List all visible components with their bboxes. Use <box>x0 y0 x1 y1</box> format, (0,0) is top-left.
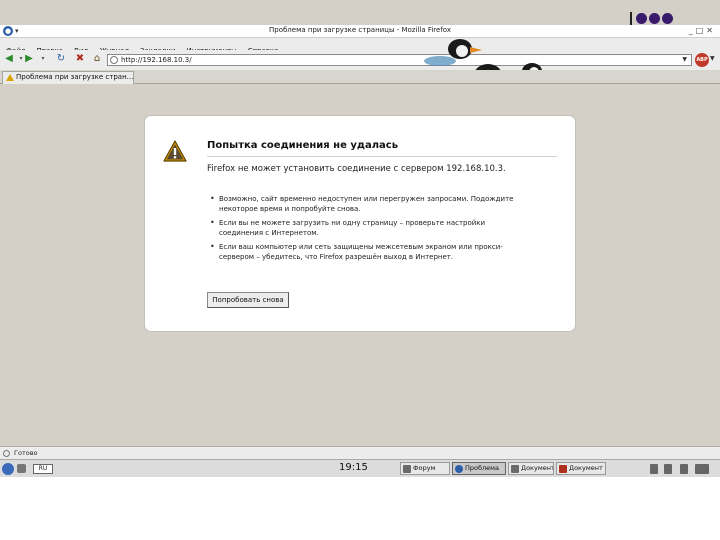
error-message: Firefox не может установить соединение с… <box>207 164 506 174</box>
window-icon <box>559 465 567 473</box>
error-tips: Возможно, сайт временно недоступен или п… <box>207 194 527 266</box>
address-bar[interactable]: ▼ <box>107 54 692 66</box>
taskbar: RU 19:15 Форум Проблема Документ Докумен… <box>0 459 720 477</box>
site-identity-icon[interactable] <box>110 56 118 64</box>
list-item: Возможно, сайт временно недоступен или п… <box>207 194 527 214</box>
warning-icon <box>6 74 14 81</box>
desktop-screen: ● ▾ Проблема при загрузке страницы - Moz… <box>0 0 720 477</box>
status-icon <box>3 450 10 457</box>
clock[interactable]: 19:15 <box>339 462 368 473</box>
minimize-icon[interactable]: _ <box>689 26 696 35</box>
volume-icon[interactable] <box>680 464 688 474</box>
reload-icon[interactable]: ↻ <box>55 53 67 65</box>
status-text: Готово <box>14 449 38 457</box>
taskbar-task[interactable]: Форум <box>400 462 450 475</box>
error-panel: Попытка соединения не удалась Firefox не… <box>144 115 576 332</box>
network-icon[interactable] <box>650 464 658 474</box>
window-title: Проблема при загрузке страницы - Mozilla… <box>269 26 451 34</box>
search-dropdown-icon[interactable]: ▼ <box>710 55 715 62</box>
list-item: Если вы не можете загрузить ни одну стра… <box>207 218 527 238</box>
taskbar-task[interactable]: Документ <box>508 462 554 475</box>
navigation-toolbar: ◀ ▾ ▶ ▾ ↻ ✖ ⌂ ▼ ABP ▼ <box>0 50 720 70</box>
taskbar-task-active[interactable]: Проблема <box>452 462 506 475</box>
stop-icon[interactable]: ✖ <box>74 53 86 65</box>
url-input[interactable] <box>121 55 661 65</box>
window-icon <box>403 465 411 473</box>
list-item: Если ваш компьютер или сеть защищены меж… <box>207 242 527 262</box>
adblock-badge[interactable]: ABP <box>695 53 709 67</box>
show-desktop-icon[interactable] <box>17 464 26 473</box>
task-label: Проблема <box>465 464 500 472</box>
tray-indicator-icon[interactable] <box>695 464 709 474</box>
back-icon[interactable]: ◀ <box>3 53 15 65</box>
window-icon <box>511 465 519 473</box>
warning-icon <box>163 140 187 162</box>
forward-icon[interactable]: ▶ <box>23 53 35 65</box>
try-again-button[interactable]: Попробовать снова <box>207 292 289 308</box>
window-controls[interactable]: _□✕ <box>689 26 716 35</box>
start-menu-icon[interactable] <box>2 463 14 475</box>
tab-bar: Проблема при загрузке стран... <box>0 70 720 84</box>
home-icon[interactable]: ⌂ <box>91 53 103 65</box>
url-dropdown-icon[interactable]: ▼ <box>682 56 687 63</box>
menu-bar: Файл Правка Вид Журнал Закладки Инструме… <box>0 38 720 55</box>
task-label: Документ <box>569 464 603 472</box>
maximize-icon[interactable]: □ <box>696 26 707 35</box>
error-title: Попытка соединения не удалась <box>207 140 399 151</box>
taskbar-task[interactable]: Документ <box>556 462 606 475</box>
tab-label: Проблема при загрузке стран... <box>16 73 134 81</box>
firefox-icon <box>455 465 463 473</box>
tray-app-icon[interactable] <box>664 464 672 474</box>
close-icon[interactable]: ✕ <box>706 26 716 35</box>
window-titlebar[interactable]: ● ▾ Проблема при загрузке страницы - Moz… <box>0 25 720 38</box>
status-bar: Готово <box>0 446 720 459</box>
task-label: Документ <box>521 464 554 472</box>
page-content: Попытка соединения не удалась Firefox не… <box>0 85 720 446</box>
keyboard-layout-indicator[interactable]: RU <box>33 464 53 474</box>
divider <box>207 156 557 157</box>
tab-active[interactable]: Проблема при загрузке стран... <box>2 71 134 84</box>
task-label: Форум <box>413 464 436 472</box>
forward-history-icon[interactable]: ▾ <box>37 53 49 65</box>
